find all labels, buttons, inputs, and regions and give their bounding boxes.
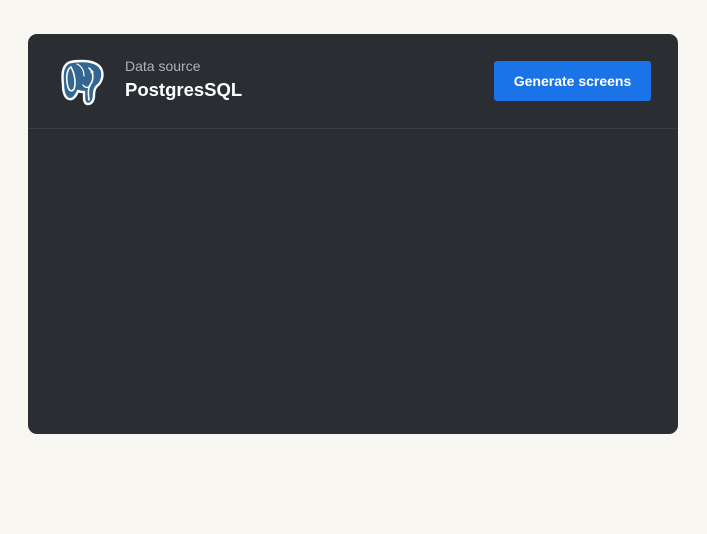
data-source-info: Data source PostgresSQL [125,57,242,101]
card-body [28,129,678,434]
data-source-caption: Data source [125,58,201,74]
postgresql-elephant-icon [59,58,105,106]
data-source-card: Data source PostgresSQL Generate screens [28,34,678,434]
data-source-name: PostgresSQL [125,79,243,100]
generate-screens-button[interactable]: Generate screens [494,61,651,101]
card-header: Data source PostgresSQL Generate screens [28,34,678,129]
